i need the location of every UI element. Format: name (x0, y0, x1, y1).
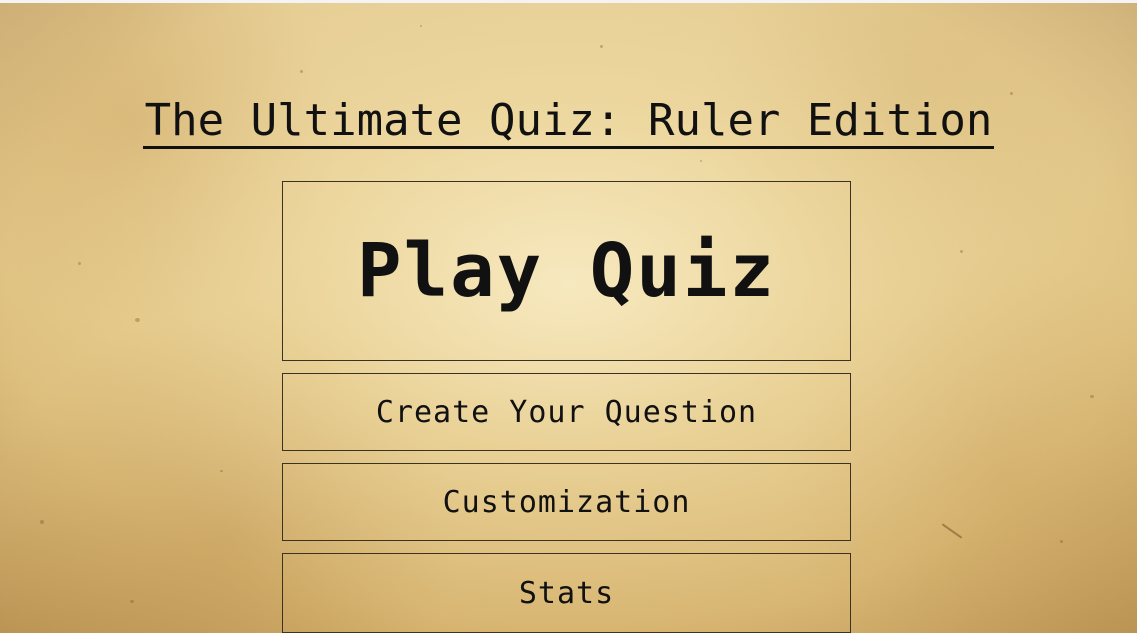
paper-speck (1090, 395, 1094, 398)
paper-speck (135, 318, 140, 322)
paper-speck (40, 520, 44, 524)
window-top-edge (0, 0, 1137, 3)
create-question-button[interactable]: Create Your Question (282, 373, 851, 451)
paper-speck (960, 250, 963, 253)
page-title-text: The Ultimate Quiz: Ruler Edition (142, 95, 995, 149)
paper-scratch (941, 523, 963, 539)
page-title: The Ultimate Quiz: Ruler Edition (0, 92, 1137, 150)
paper-speck (600, 45, 603, 48)
stats-button[interactable]: Stats (282, 553, 851, 633)
paper-speck (420, 25, 422, 27)
customization-button[interactable]: Customization (282, 463, 851, 541)
play-quiz-button[interactable]: Play Quiz (282, 181, 851, 361)
paper-speck (220, 470, 223, 472)
paper-speck (130, 600, 134, 603)
paper-speck (700, 160, 702, 162)
paper-speck (78, 262, 81, 265)
paper-speck (1060, 540, 1063, 543)
paper-speck (300, 70, 303, 73)
